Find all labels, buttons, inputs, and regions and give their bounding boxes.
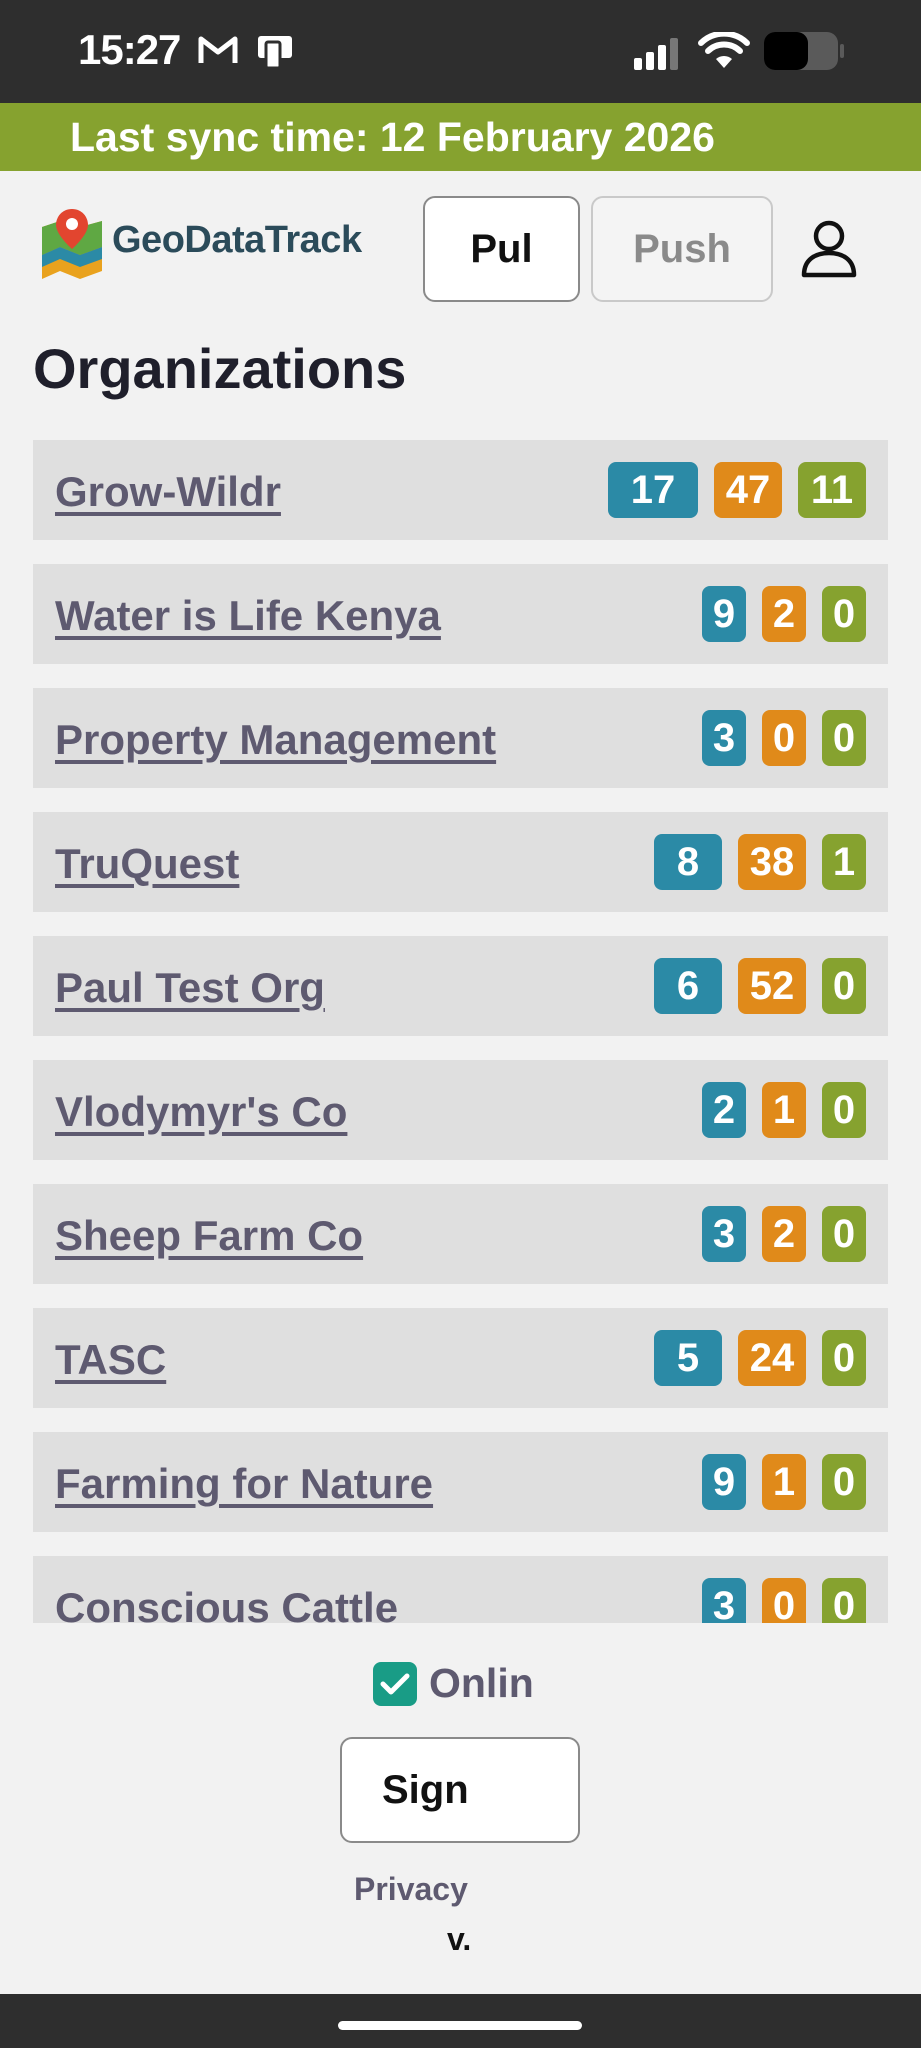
battery-icon — [763, 30, 845, 77]
count-badges: 300 — [702, 1578, 866, 1623]
orange-count-badge: 0 — [762, 1578, 806, 1623]
version-label: v. — [447, 1921, 472, 1957]
user-profile-icon[interactable] — [800, 219, 858, 284]
sync-banner: Last sync time: 12 February 2026 — [0, 103, 921, 171]
blue-count-badge: 3 — [702, 1206, 746, 1262]
green-count-badge: 0 — [822, 1454, 866, 1510]
green-count-badge: 0 — [822, 1578, 866, 1623]
sign-button[interactable]: Sign — [340, 1737, 580, 1843]
organization-row[interactable]: Paul Test Org 6 52 0 — [33, 936, 888, 1036]
count-badges: 910 — [702, 1454, 866, 1510]
organization-link[interactable]: Grow-Wildr — [55, 468, 281, 516]
organization-link[interactable]: TASC — [55, 1336, 166, 1384]
orange-count-badge: 1 — [762, 1082, 806, 1138]
organization-link[interactable]: Conscious Cattle — [55, 1584, 398, 1623]
orange-count-badge: 38 — [738, 834, 806, 890]
organization-link[interactable]: Farming for Nature — [55, 1460, 433, 1508]
checkmark-icon — [380, 1673, 410, 1694]
organization-link[interactable]: Water is Life Kenya — [55, 592, 441, 640]
app-header: GeoDataTrack Pul Push — [0, 171, 921, 321]
organization-row[interactable]: TruQuest 8 38 1 — [33, 812, 888, 912]
last-sync-text: Last sync time: 12 February 2026 — [70, 114, 715, 160]
gmail-icon — [198, 34, 238, 71]
count-badges: 210 — [702, 1082, 866, 1138]
count-badges: 320 — [702, 1206, 866, 1262]
organization-row[interactable]: TASC 5 24 0 — [33, 1308, 888, 1408]
orange-count-badge: 2 — [762, 586, 806, 642]
orange-count-badge: 24 — [738, 1330, 806, 1386]
status-bar: 15:27 — [0, 0, 921, 103]
app-name: GeoDataTrack — [112, 219, 362, 261]
orange-count-badge: 52 — [738, 958, 806, 1014]
orange-count-badge: 0 — [762, 710, 806, 766]
count-badges: 8 38 1 — [654, 834, 866, 890]
count-badges: 17 47 11 — [608, 462, 866, 518]
green-count-badge: 0 — [822, 586, 866, 642]
blue-count-badge: 6 — [654, 958, 722, 1014]
blue-count-badge: 9 — [702, 1454, 746, 1510]
organization-row[interactable]: Grow-Wildr 17 47 11 — [33, 440, 888, 540]
orange-count-badge: 2 — [762, 1206, 806, 1262]
orange-count-badge: 1 — [762, 1454, 806, 1510]
organization-list[interactable]: Grow-Wildr 17 47 11 Water is Life Kenya 9 2 0 Pr… — [33, 440, 888, 1623]
status-time: 15:27 — [78, 26, 181, 73]
green-count-badge: 0 — [822, 1082, 866, 1138]
green-count-badge: 0 — [822, 710, 866, 766]
blue-count-badge: 8 — [654, 834, 722, 890]
blue-count-badge: 17 — [608, 462, 698, 518]
blue-count-badge: 9 — [702, 586, 746, 642]
green-count-badge: 1 — [822, 834, 866, 890]
orange-count-badge: 47 — [714, 462, 782, 518]
page-title: Organizations — [33, 337, 407, 400]
wifi-icon — [698, 30, 750, 75]
home-indicator[interactable] — [338, 2021, 582, 2030]
organization-row[interactable]: Farming for Nature 9 1 0 — [33, 1432, 888, 1532]
blue-count-badge: 3 — [702, 710, 746, 766]
organization-link[interactable]: Sheep Farm Co — [55, 1212, 363, 1260]
green-count-badge: 11 — [798, 462, 866, 518]
organization-row[interactable]: Sheep Farm Co 3 2 0 — [33, 1184, 888, 1284]
green-count-badge: 0 — [822, 1206, 866, 1262]
push-button[interactable]: Push — [591, 196, 773, 302]
signal-icon — [632, 38, 682, 75]
notification-app-icon — [256, 34, 296, 75]
organization-row[interactable]: Property Management 3 0 0 — [33, 688, 888, 788]
organization-link[interactable]: Vlodymyr's Co — [55, 1088, 347, 1136]
count-badges: 5 24 0 — [654, 1330, 866, 1386]
geodatatrack-logo-icon — [40, 207, 104, 292]
count-badges: 300 — [702, 710, 866, 766]
pull-button[interactable]: Pul — [423, 196, 580, 302]
online-checkbox[interactable] — [373, 1661, 417, 1706]
organization-row[interactable]: Conscious Cattle 3 0 0 — [33, 1556, 888, 1623]
organization-link[interactable]: Paul Test Org — [55, 964, 325, 1012]
count-badges: 920 — [702, 586, 866, 642]
privacy-link[interactable]: Privacy — [354, 1871, 468, 1908]
organization-row[interactable]: Water is Life Kenya 9 2 0 — [33, 564, 888, 664]
green-count-badge: 0 — [822, 958, 866, 1014]
online-label: Onlin — [429, 1660, 534, 1706]
organization-row[interactable]: Vlodymyr's Co 2 1 0 — [33, 1060, 888, 1160]
organization-link[interactable]: Property Management — [55, 716, 496, 764]
blue-count-badge: 3 — [702, 1578, 746, 1623]
count-badges: 6 52 0 — [654, 958, 866, 1014]
online-toggle[interactable]: Onlin — [373, 1660, 534, 1707]
blue-count-badge: 2 — [702, 1082, 746, 1138]
organization-link[interactable]: TruQuest — [55, 840, 239, 888]
blue-count-badge: 5 — [654, 1330, 722, 1386]
green-count-badge: 0 — [822, 1330, 866, 1386]
